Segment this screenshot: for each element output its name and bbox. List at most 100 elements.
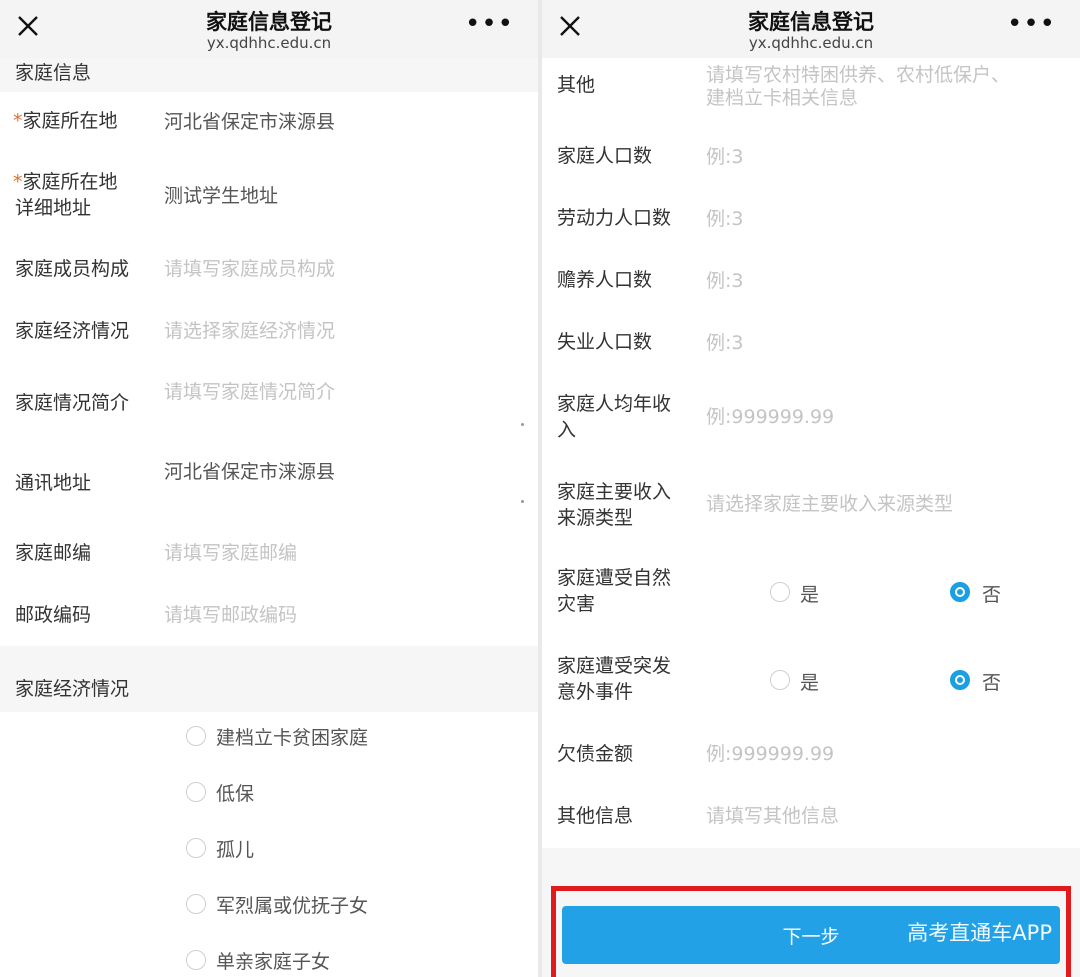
more-icon[interactable]: ••• bbox=[1007, 11, 1056, 37]
radio-yes-label: 是 bbox=[800, 584, 820, 606]
radio-no-selected[interactable] bbox=[950, 582, 970, 602]
field-debt[interactable]: 欠债金额 例:999999.99 bbox=[542, 724, 1080, 784]
field-income-per-capita[interactable]: 家庭人均年收 入 例:999999.99 bbox=[542, 374, 1080, 458]
field-placeholder: 请填写邮政编码 bbox=[164, 604, 298, 626]
radio-yes[interactable] bbox=[770, 670, 790, 690]
radio-yes[interactable] bbox=[770, 582, 790, 602]
radio-button[interactable] bbox=[186, 726, 206, 746]
field-family-intro[interactable]: 家庭情况简介 请填写家庭情况简介 bbox=[0, 366, 538, 442]
field-label: 赡养人口数 bbox=[557, 269, 653, 291]
section-title: 家庭经济情况 bbox=[15, 678, 130, 700]
right-screen: 家庭信息登记 yx.qdhhc.edu.cn ••• 其他 请填写农村特困供养、… bbox=[542, 0, 1080, 977]
field-placeholder: 请填写家庭情况简介 bbox=[164, 381, 336, 403]
economy-option[interactable]: 低保 bbox=[0, 770, 538, 820]
field-unemployed[interactable]: 失业人口数 例:3 bbox=[542, 312, 1080, 372]
field-label: 家庭成员构成 bbox=[15, 258, 130, 280]
field-label-line2: 详细地址 bbox=[15, 197, 92, 219]
field-label-line2: 灾害 bbox=[557, 593, 596, 615]
field-label: 家庭邮编 bbox=[15, 542, 92, 564]
field-natural-disaster: 家庭遭受自然 灾害 是 否 bbox=[542, 550, 1080, 634]
radio-no-selected[interactable] bbox=[950, 670, 970, 690]
more-icon[interactable]: ••• bbox=[465, 11, 514, 37]
radio-button[interactable] bbox=[186, 950, 206, 970]
field-placeholder: 例:3 bbox=[706, 146, 744, 168]
field-population[interactable]: 家庭人口数 例:3 bbox=[542, 126, 1080, 186]
field-placeholder: 请填写家庭成员构成 bbox=[164, 258, 336, 280]
economy-option[interactable]: 建档立卡贫困家庭 bbox=[0, 714, 538, 764]
field-label: 家庭所在地 bbox=[22, 110, 118, 132]
resize-dot bbox=[521, 423, 524, 426]
field-other-info[interactable]: 其他信息 请填写其他信息 bbox=[542, 786, 1080, 846]
required-mark: * bbox=[13, 110, 23, 132]
field-label: 失业人口数 bbox=[557, 331, 653, 353]
field-label: 欠债金额 bbox=[557, 743, 634, 765]
field-label: 其他信息 bbox=[557, 805, 634, 827]
field-label-line1: 家庭主要收入 bbox=[557, 481, 672, 503]
field-label: 通讯地址 bbox=[15, 472, 92, 494]
option-label: 孤儿 bbox=[216, 839, 255, 861]
radio-no-label: 否 bbox=[982, 584, 1002, 606]
economy-option[interactable]: 孤儿 bbox=[0, 826, 538, 876]
field-labor-population[interactable]: 劳动力人口数 例:3 bbox=[542, 188, 1080, 248]
field-label-line1: 家庭遭受突发 bbox=[557, 655, 672, 677]
field-label-line2: 意外事件 bbox=[557, 681, 634, 703]
field-location[interactable]: *家庭所在地 河北省保定市涞源县 bbox=[0, 92, 538, 152]
economy-option[interactable]: 单亲家庭子女 bbox=[0, 938, 538, 977]
field-value: 河北省保定市涞源县 bbox=[164, 111, 336, 133]
title-bar: 家庭信息登记 yx.qdhhc.edu.cn ••• bbox=[0, 0, 538, 58]
field-accident: 家庭遭受突发 意外事件 是 否 bbox=[542, 638, 1080, 722]
watermark: 高考直通车APP bbox=[907, 921, 1052, 945]
page-title: 家庭信息登记 bbox=[206, 10, 332, 34]
option-label: 单亲家庭子女 bbox=[216, 951, 331, 973]
option-label: 建档立卡贫困家庭 bbox=[216, 727, 369, 749]
section-title: 家庭信息 bbox=[15, 62, 92, 84]
field-placeholder: 请选择家庭经济情况 bbox=[164, 320, 336, 342]
radio-yes-label: 是 bbox=[800, 672, 820, 694]
economy-option[interactable]: 军烈属或优抚子女 bbox=[0, 882, 538, 932]
field-label-line2: 入 bbox=[557, 419, 577, 441]
field-label: 家庭经济情况 bbox=[15, 320, 130, 342]
field-placeholder: 请选择家庭主要收入来源类型 bbox=[706, 493, 954, 515]
radio-no-label: 否 bbox=[982, 672, 1002, 694]
field-other[interactable]: 其他 请填写农村特困供养、农村低保户、 建档立卡相关信息 bbox=[542, 58, 1080, 124]
field-value: 河北省保定市涞源县 bbox=[164, 461, 336, 483]
field-label-line1: 家庭人均年收 bbox=[557, 393, 672, 415]
page-title: 家庭信息登记 bbox=[748, 10, 874, 34]
radio-button[interactable] bbox=[186, 838, 206, 858]
field-label: 其他 bbox=[557, 74, 596, 96]
page-url: yx.qdhhc.edu.cn bbox=[206, 34, 332, 52]
field-dependents[interactable]: 赡养人口数 例:3 bbox=[542, 250, 1080, 310]
radio-button[interactable] bbox=[186, 782, 206, 802]
field-placeholder: 例:999999.99 bbox=[706, 743, 835, 765]
field-label: 邮政编码 bbox=[15, 604, 92, 626]
field-placeholder: 例:999999.99 bbox=[706, 406, 835, 428]
field-label: 家庭人口数 bbox=[557, 145, 653, 167]
field-placeholder: 例:3 bbox=[706, 270, 744, 292]
field-mailing-address[interactable]: 通讯地址 河北省保定市涞源县 bbox=[0, 446, 538, 522]
field-value: 测试学生地址 bbox=[164, 185, 279, 207]
option-label: 军烈属或优抚子女 bbox=[216, 895, 369, 917]
field-label: 劳动力人口数 bbox=[557, 207, 672, 229]
field-placeholder: 请填写其他信息 bbox=[706, 805, 840, 827]
field-label: 家庭情况简介 bbox=[15, 392, 130, 414]
field-postal-code[interactable]: 邮政编码 请填写邮政编码 bbox=[0, 586, 538, 646]
option-label: 低保 bbox=[216, 783, 255, 805]
field-family-members[interactable]: 家庭成员构成 请填写家庭成员构成 bbox=[0, 240, 538, 300]
field-label-line1: 家庭所在地 bbox=[22, 171, 118, 193]
field-placeholder-line1: 请填写农村特困供养、农村低保户、 bbox=[706, 64, 1011, 86]
section-header-economy: 家庭经济情况 bbox=[0, 646, 538, 712]
field-placeholder-line2: 建档立卡相关信息 bbox=[706, 87, 859, 109]
field-family-zip[interactable]: 家庭邮编 请填写家庭邮编 bbox=[0, 524, 538, 584]
required-mark: * bbox=[13, 171, 23, 193]
title-bar: 家庭信息登记 yx.qdhhc.edu.cn ••• bbox=[542, 0, 1080, 58]
page-url: yx.qdhhc.edu.cn bbox=[748, 34, 874, 52]
field-placeholder: 例:3 bbox=[706, 208, 744, 230]
section-header-family-info: 家庭信息 bbox=[0, 58, 538, 92]
field-income-source[interactable]: 家庭主要收入 来源类型 请选择家庭主要收入来源类型 bbox=[542, 462, 1080, 546]
field-placeholder: 请填写家庭邮编 bbox=[164, 542, 298, 564]
left-screen: 家庭信息登记 yx.qdhhc.edu.cn ••• 家庭信息 *家庭所在地 河… bbox=[0, 0, 538, 977]
field-economy-select[interactable]: 家庭经济情况 请选择家庭经济情况 bbox=[0, 302, 538, 362]
radio-button[interactable] bbox=[186, 894, 206, 914]
field-placeholder: 例:3 bbox=[706, 332, 744, 354]
field-detailed-address[interactable]: *家庭所在地 详细地址 测试学生地址 bbox=[0, 158, 538, 236]
